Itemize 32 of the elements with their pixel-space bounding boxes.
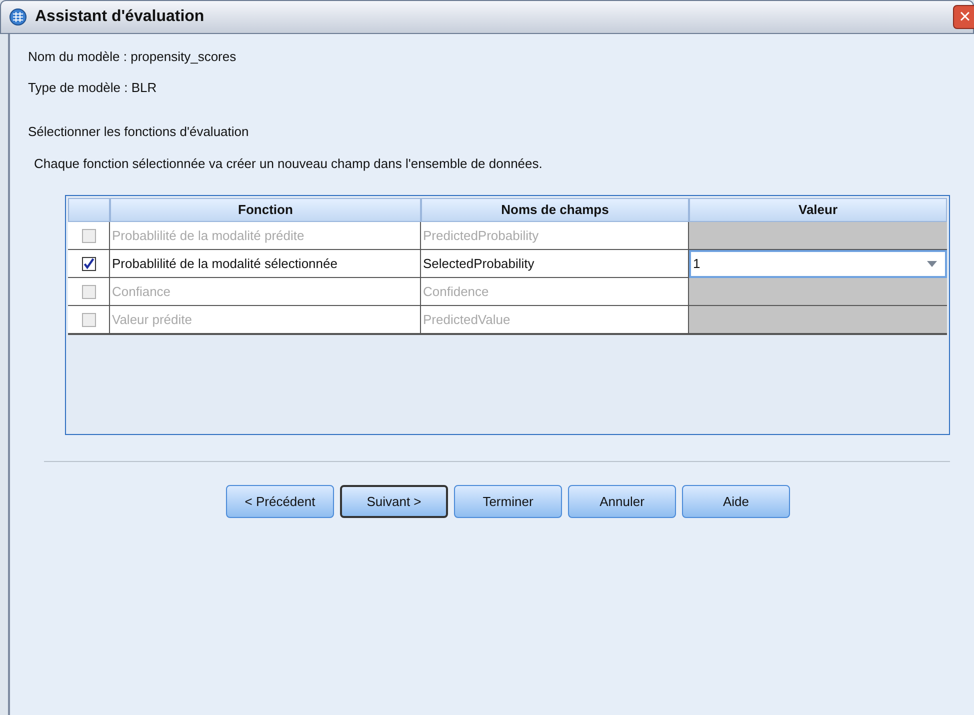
model-name: Nom du modèle : propensity_scores [28, 48, 238, 66]
wizard-button[interactable]: Suivant > [340, 485, 448, 518]
table-cell: PredictedProbability [421, 222, 689, 250]
column-header: Fonction [110, 198, 421, 222]
model-type: Type de modèle : BLR [28, 78, 158, 97]
header-cell [68, 198, 110, 222]
checkbox[interactable] [82, 284, 96, 298]
value-dropdown[interactable]: 1 [689, 250, 947, 278]
table-cell: SelectedProbability [421, 250, 689, 278]
checkbox[interactable] [82, 312, 96, 326]
column-header: Noms de champs [421, 198, 689, 222]
table-cell: Confiance [110, 278, 421, 306]
caret-icon [927, 261, 937, 267]
table-cell: PredictedValue [421, 306, 689, 334]
checkmark-icon [82, 256, 94, 270]
checkbox[interactable] [82, 228, 96, 242]
window-title: Assistant d'évaluation [35, 7, 204, 27]
section-hint: Chaque fonction sélectionnée va créer un nouveau champ dans l'ensemble de données. [34, 154, 544, 173]
table-cell: Probablilité de la modalité prédite [110, 222, 421, 250]
wizard-button[interactable]: Terminer [454, 485, 562, 518]
wizard-button[interactable]: < Précédent [226, 485, 334, 518]
close-button[interactable]: × [953, 5, 974, 29]
table-cell: Confidence [421, 278, 689, 306]
table-icon [9, 8, 27, 26]
dropdown-value: 1 [693, 255, 700, 274]
wizard-button[interactable]: Aide [682, 485, 790, 518]
column-header: Valeur [689, 198, 947, 222]
checkbox[interactable] [82, 256, 96, 270]
table-cell: Probablilité de la modalité sélectionnée [110, 250, 421, 278]
section-label: Sélectionner les fonctions d'évaluation [28, 123, 250, 141]
wizard-button[interactable]: Annuler [568, 485, 676, 518]
table-cell: Valeur prédite [110, 306, 421, 334]
